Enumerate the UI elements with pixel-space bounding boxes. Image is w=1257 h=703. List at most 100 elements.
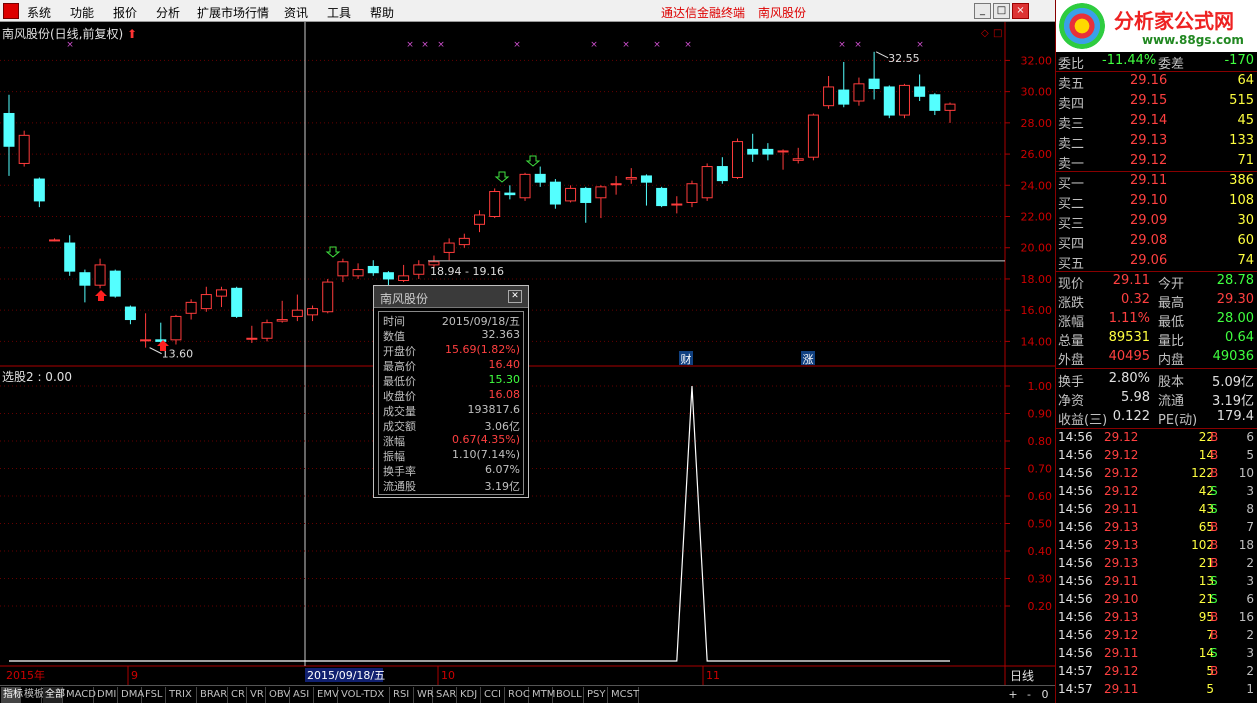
- zoom-in-button[interactable]: +: [1006, 689, 1020, 702]
- candle[interactable]: [549, 179, 561, 209]
- tab-dmi[interactable]: DMI: [95, 687, 118, 703]
- menu-item-analysis[interactable]: 分析: [156, 4, 180, 21]
- candle[interactable]: [352, 263, 364, 279]
- candle[interactable]: [170, 314, 182, 345]
- zoom-reset-button[interactable]: 0: [1038, 689, 1052, 702]
- buy-level-row[interactable]: 买三 29.09 30: [1058, 212, 1256, 232]
- candle[interactable]: [595, 185, 607, 219]
- menu-item-news[interactable]: 资讯: [284, 4, 308, 21]
- candle[interactable]: [489, 188, 501, 219]
- candle[interactable]: [140, 313, 152, 348]
- candle[interactable]: [474, 210, 485, 233]
- menu-item-system[interactable]: 系统: [27, 4, 51, 21]
- candle[interactable]: [777, 149, 789, 170]
- candle[interactable]: [534, 166, 546, 187]
- tab-fsl[interactable]: FSL: [143, 687, 166, 703]
- candle[interactable]: [94, 258, 106, 289]
- candle[interactable]: [64, 235, 76, 276]
- candle[interactable]: [261, 319, 273, 342]
- candle[interactable]: [519, 172, 531, 201]
- menu-item-quote[interactable]: 报价: [113, 4, 137, 21]
- candle[interactable]: [200, 286, 212, 312]
- candle[interactable]: [747, 133, 759, 162]
- candle[interactable]: [792, 147, 804, 164]
- candle[interactable]: [762, 143, 774, 161]
- candle[interactable]: [640, 174, 652, 206]
- buy-level-row[interactable]: 买二 29.10 108: [1058, 192, 1256, 212]
- candle[interactable]: [291, 294, 303, 322]
- close-button[interactable]: ×: [1012, 3, 1029, 19]
- candle[interactable]: [276, 300, 288, 323]
- candle[interactable]: [398, 264, 410, 283]
- sell-level-row[interactable]: 卖二 29.13 133: [1058, 132, 1256, 152]
- candle[interactable]: [367, 260, 379, 276]
- popup-close-icon[interactable]: ✕: [508, 290, 522, 303]
- tab-trix[interactable]: TRIX: [167, 687, 197, 703]
- buy-level-row[interactable]: 买五 29.06 74: [1058, 252, 1256, 272]
- tab-模板[interactable]: 模板: [22, 687, 44, 703]
- tab-mcst[interactable]: MCST: [609, 687, 639, 703]
- menu-item-tools[interactable]: 工具: [327, 4, 351, 21]
- candle[interactable]: [625, 168, 637, 184]
- candle[interactable]: [79, 269, 91, 303]
- candle[interactable]: [701, 163, 713, 201]
- tab-brar[interactable]: BRAR: [198, 687, 228, 703]
- tab-cci[interactable]: CCI: [482, 687, 505, 703]
- tab-vr[interactable]: VR: [248, 687, 266, 703]
- tab-obv[interactable]: OBV: [267, 687, 290, 703]
- tab-rsi[interactable]: RSI: [391, 687, 414, 703]
- popup-header[interactable]: 南风股份 ✕: [374, 286, 528, 308]
- candle[interactable]: [504, 185, 516, 200]
- tab-wr[interactable]: WR: [415, 687, 434, 703]
- menu-item-ext-market[interactable]: 扩展市场行情: [197, 4, 269, 21]
- sell-level-row[interactable]: 卖一 29.12 71: [1058, 152, 1256, 172]
- candle[interactable]: [929, 93, 941, 116]
- candle[interactable]: [580, 186, 592, 223]
- tab-指标[interactable]: 指标: [1, 687, 23, 703]
- candle[interactable]: [686, 180, 698, 208]
- candle[interactable]: [883, 85, 895, 119]
- tab-全部[interactable]: 全部: [43, 687, 65, 703]
- candle[interactable]: [124, 305, 136, 325]
- candle[interactable]: [868, 51, 880, 100]
- period-label[interactable]: 日线: [1010, 667, 1034, 684]
- tab-vol-tdx[interactable]: VOL-TDX: [339, 687, 390, 703]
- minimize-button[interactable]: _: [974, 3, 991, 19]
- candle[interactable]: [716, 157, 728, 184]
- candle[interactable]: [823, 76, 835, 109]
- candle[interactable]: [382, 271, 394, 286]
- candle[interactable]: [898, 83, 910, 119]
- tab-asi[interactable]: ASI: [291, 687, 314, 703]
- candle[interactable]: [307, 305, 319, 322]
- zoom-out-button[interactable]: -: [1022, 689, 1036, 702]
- tab-macd[interactable]: MACD: [64, 687, 96, 703]
- candle[interactable]: [3, 94, 15, 176]
- maximize-button[interactable]: □: [993, 3, 1010, 19]
- candle[interactable]: [671, 196, 683, 214]
- bar-info-popup[interactable]: 南风股份 ✕ 时间 2015/09/18/五 数值 32.363 开盘价 15.69(1.…: [373, 285, 529, 498]
- menu-item-help[interactable]: 帮助: [370, 4, 394, 21]
- candle[interactable]: [246, 325, 258, 343]
- tab-sar[interactable]: SAR: [434, 687, 457, 703]
- sell-level-row[interactable]: 卖四 29.15 515: [1058, 92, 1256, 112]
- candle[interactable]: [914, 74, 926, 101]
- candle[interactable]: [807, 113, 819, 161]
- candle[interactable]: [838, 61, 850, 108]
- candle[interactable]: [18, 130, 30, 167]
- candle[interactable]: [413, 260, 425, 279]
- menu-item-function[interactable]: 功能: [70, 4, 94, 21]
- tab-roc[interactable]: ROC: [506, 687, 530, 703]
- candle[interactable]: [656, 186, 668, 208]
- buy-level-row[interactable]: 买四 29.08 60: [1058, 232, 1256, 252]
- sell-level-row[interactable]: 卖五 29.16 64: [1058, 72, 1256, 92]
- candle[interactable]: [944, 102, 956, 123]
- candle[interactable]: [231, 286, 243, 318]
- candle[interactable]: [322, 278, 334, 314]
- candle[interactable]: [853, 77, 865, 106]
- tab-cr[interactable]: CR: [229, 687, 247, 703]
- candle[interactable]: [109, 269, 121, 298]
- tab-psy[interactable]: PSY: [585, 687, 608, 703]
- candle[interactable]: [49, 238, 61, 242]
- tab-boll[interactable]: BOLL: [554, 687, 584, 703]
- candle[interactable]: [337, 258, 349, 283]
